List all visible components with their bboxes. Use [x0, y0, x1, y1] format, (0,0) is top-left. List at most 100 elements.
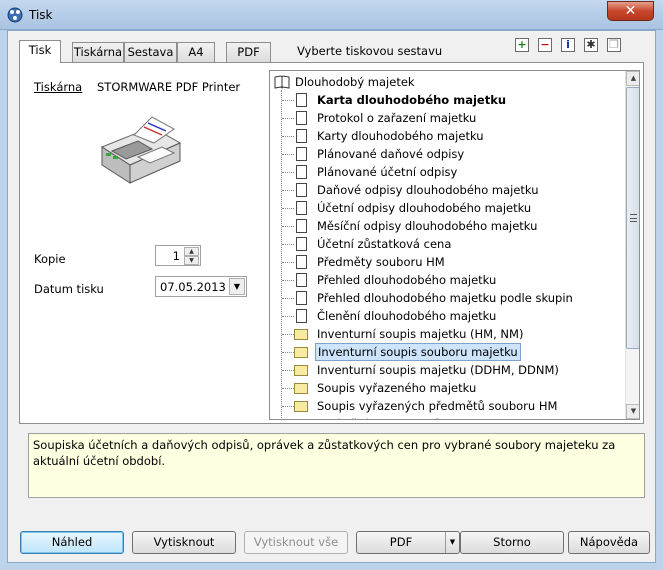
print-all-button: Vytisknout vše — [244, 531, 348, 554]
tree-item-label: Plánované daňové odpisy — [317, 147, 465, 161]
tree-connector — [282, 244, 294, 245]
add-icon[interactable]: + — [515, 38, 529, 52]
tree-connector — [282, 370, 294, 371]
tree-item-label: Inventurní soupis majetku (DDHM, DDNM) — [317, 363, 559, 377]
tree-connector — [282, 172, 294, 173]
document-icon — [296, 201, 307, 215]
document-icon — [296, 111, 307, 125]
stepper-up-icon[interactable]: ▲ — [184, 247, 199, 256]
tree-item-label: Přehled dlouhodobého majetku — [317, 273, 497, 287]
date-value: 07.05.2013 — [160, 280, 226, 294]
tab-tiskarna[interactable]: Tiskárna — [72, 42, 124, 62]
tree-connector — [282, 352, 294, 353]
document-icon — [296, 309, 307, 323]
close-button[interactable]: ✕ — [607, 1, 654, 21]
help-button[interactable]: Nápověda — [568, 531, 650, 554]
tree-connector — [282, 226, 294, 227]
title-bar: Tisk ✕ — [0, 0, 663, 30]
tree-connector — [282, 208, 294, 209]
tab-pdf[interactable]: PDF — [226, 42, 271, 62]
tree-connector — [282, 334, 294, 335]
tree-connector — [282, 154, 294, 155]
document-icon — [296, 237, 307, 251]
tree-item-label: Přehled dlouhodobého majetku podle skupi… — [317, 291, 573, 305]
pdf-button[interactable]: PDF ▼ — [356, 531, 460, 554]
copies-value: 1 — [172, 249, 180, 263]
tab-panel: Tiskárna STORMWARE PDF Printer Kopie 1 ▲… — [19, 62, 644, 424]
tree-item-label: Karty dlouhodobého majetku — [317, 129, 484, 143]
preview-button[interactable]: Náhled — [20, 531, 124, 554]
copies-stepper[interactable]: 1 ▲ ▼ — [155, 245, 201, 266]
printer-label-link[interactable]: Tiskárna — [34, 80, 82, 94]
folder-icon — [294, 383, 308, 394]
tree-item-label: Protokol o zařazení majetku — [317, 111, 477, 125]
date-label: Datum tisku — [34, 282, 104, 296]
tab-sestava[interactable]: Sestava — [124, 42, 177, 62]
report-description: Soupiska účetních a daňových odpisů, opr… — [28, 433, 645, 498]
tree-connector — [282, 262, 294, 263]
printer-icon — [100, 116, 182, 184]
folder-icon — [294, 329, 308, 340]
tree-item-label: Plánované účetní odpisy — [317, 165, 458, 179]
chevron-down-icon[interactable]: ▼ — [229, 278, 245, 295]
document-icon — [296, 147, 307, 161]
window-title: Tisk — [29, 8, 53, 22]
scroll-thumb[interactable] — [626, 87, 639, 349]
tree-item-label: Umístění dlouhodobého majetku — [315, 415, 506, 419]
tree-item-label: Předměty souboru HM — [317, 255, 445, 269]
pdf-button-label: PDF — [389, 535, 413, 549]
settings-icon[interactable]: ✱ — [584, 38, 598, 52]
folder-icon — [294, 365, 308, 376]
tree-item-label: Daňové odpisy dlouhodobého majetku — [317, 183, 539, 197]
tree-scrollbar[interactable]: ▲ ▼ — [625, 71, 639, 419]
tree-connector — [282, 316, 294, 317]
document-icon — [296, 129, 307, 143]
print-button[interactable]: Vytisknout — [132, 531, 236, 554]
document-icon — [296, 219, 307, 233]
remove-icon[interactable]: − — [538, 38, 552, 52]
tree-item-label: Měsíční odpisy dlouhodobého majetku — [317, 219, 538, 233]
tree-item-label: Inventurní soupis majetku (HM, NM) — [317, 327, 524, 341]
tree-item-label: Soupis vyřazených předmětů souboru HM — [317, 399, 558, 413]
tab-tisk[interactable]: Tisk — [19, 40, 61, 63]
tree-connector — [282, 100, 294, 101]
document-icon — [296, 273, 307, 287]
document-icon — [296, 165, 307, 179]
tree-connector — [282, 388, 294, 389]
scroll-down-icon[interactable]: ▼ — [626, 404, 639, 419]
folder-icon — [294, 401, 308, 412]
copies-label: Kopie — [34, 252, 66, 266]
book-icon — [274, 75, 290, 89]
tree-connector — [282, 136, 294, 137]
tree-connector — [282, 118, 294, 119]
scroll-up-icon[interactable]: ▲ — [626, 71, 639, 86]
report-tree[interactable]: Dlouhodobý majetek Karta dlouhodobého ma… — [269, 70, 640, 420]
app-icon — [7, 7, 23, 23]
folder-icon — [294, 347, 308, 358]
date-picker[interactable]: 07.05.2013 ▼ — [155, 276, 247, 297]
tree-connector — [282, 298, 294, 299]
document-icon — [296, 183, 307, 197]
tab-a4[interactable]: A4 — [177, 42, 215, 62]
document-icon — [296, 93, 307, 107]
document-icon — [296, 255, 307, 269]
chevron-down-icon[interactable]: ▼ — [445, 532, 459, 553]
tree-connector — [282, 190, 294, 191]
tree-root-label: Dlouhodobý majetek — [295, 75, 415, 89]
tree-connector — [282, 280, 294, 281]
dialog-body: Tisk Tiskárna Sestava A4 PDF Vyberte tis… — [7, 30, 656, 563]
tree-item-label: Karta dlouhodobého majetku — [317, 93, 507, 107]
cancel-button[interactable]: Storno — [460, 531, 564, 554]
folder-icon — [294, 419, 308, 420]
tree-item-label: Soupis vyřazeného majetku — [317, 381, 477, 395]
tree-item-label: Členění dlouhodobého majetku — [317, 309, 497, 323]
report-select-title: Vyberte tiskovou sestavu — [297, 44, 443, 58]
info-icon[interactable]: i — [561, 38, 575, 52]
stepper-down-icon[interactable]: ▼ — [184, 256, 199, 265]
tree-connector — [282, 406, 294, 407]
grip-icon — [630, 214, 637, 222]
copy-icon[interactable]: ❐ — [607, 38, 621, 52]
tree-item-label: Účetní odpisy dlouhodobého majetku — [317, 201, 532, 215]
document-icon — [296, 291, 307, 305]
tree-item-label: Účetní zůstatková cena — [317, 237, 452, 251]
